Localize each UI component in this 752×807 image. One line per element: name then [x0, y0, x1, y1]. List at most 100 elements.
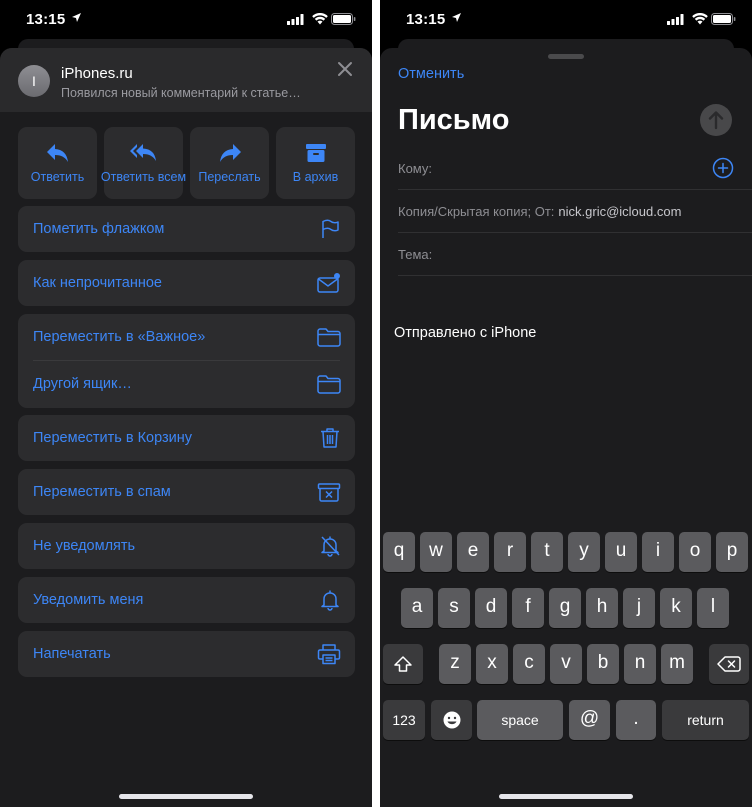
move-important-label: Переместить в «Важное» [33, 329, 206, 345]
other-mailbox-item[interactable]: Другой ящик… [18, 361, 355, 407]
key-o[interactable]: o [679, 532, 711, 572]
key-s[interactable]: s [438, 588, 470, 628]
key-f[interactable]: f [512, 588, 544, 628]
key-i[interactable]: i [642, 532, 674, 572]
menu-group-flag: Пометить флажком [18, 206, 355, 252]
return-key[interactable]: return [662, 700, 749, 740]
menu-group-spam: Переместить в спам [18, 469, 355, 515]
move-trash-label: Переместить в Корзину [33, 430, 193, 446]
key-m[interactable]: m [661, 644, 693, 684]
cancel-button[interactable]: Отменить [398, 66, 464, 82]
key-c[interactable]: c [513, 644, 545, 684]
to-field[interactable]: Кому: [398, 147, 752, 190]
menu-group-move: Переместить в «Важное» Другой ящик… [18, 314, 355, 408]
key-y[interactable]: y [568, 532, 600, 572]
print-label: Напечатать [33, 646, 111, 662]
menu-group-notify: Уведомить меня [18, 577, 355, 623]
cc-from-field[interactable]: Копия/Скрытая копия; От: nick.gric@icloud… [398, 190, 752, 233]
move-trash-item[interactable]: Переместить в Корзину [18, 415, 355, 461]
key-w[interactable]: w [420, 532, 452, 572]
sheet-grabber[interactable] [548, 54, 584, 59]
key-v[interactable]: v [550, 644, 582, 684]
status-bar: 13:15 [380, 0, 752, 40]
home-indicator[interactable] [119, 794, 253, 799]
space-key[interactable]: space [477, 700, 563, 740]
key-r[interactable]: r [494, 532, 526, 572]
key-d[interactable]: d [475, 588, 507, 628]
key-e[interactable]: e [457, 532, 489, 572]
reply-button[interactable]: Ответить [18, 127, 97, 199]
message-preview: Появился новый комментарий к статье… [61, 86, 301, 100]
key-g[interactable]: g [549, 588, 581, 628]
compose-screen: 13:15 Отменить Письмо Кому: Копия/Скрыта [380, 0, 752, 807]
key-x[interactable]: x [476, 644, 508, 684]
shift-key[interactable] [383, 644, 423, 684]
wifi-icon [312, 13, 328, 25]
key-h[interactable]: h [586, 588, 618, 628]
archive-button[interactable]: В архив [276, 127, 355, 199]
notify-item[interactable]: Уведомить меня [18, 577, 355, 623]
actions-sheet: I iPhones.ru Появился новый комментарий … [0, 48, 372, 807]
key-q[interactable]: q [383, 532, 415, 572]
home-indicator[interactable] [499, 794, 633, 799]
delete-key[interactable] [709, 644, 749, 684]
move-spam-item[interactable]: Переместить в спам [18, 469, 355, 515]
at-key[interactable]: @ [569, 700, 610, 740]
send-arrow-icon [708, 111, 724, 130]
message-header: I iPhones.ru Появился новый комментарий … [0, 48, 372, 112]
to-label: Кому: [398, 161, 432, 176]
message-actions-screen: 13:15 I iPhones.ru Появился новый коммен… [0, 0, 372, 807]
status-time: 13:15 [406, 11, 446, 28]
mute-label: Не уведомлять [33, 538, 136, 554]
move-important-item[interactable]: Переместить в «Важное» [18, 314, 355, 360]
emoji-key[interactable] [431, 700, 472, 740]
add-contact-icon[interactable] [712, 157, 734, 184]
location-arrow-icon [71, 12, 82, 23]
key-j[interactable]: j [623, 588, 655, 628]
cc-label: Копия/Скрытая копия; От: [398, 204, 555, 219]
status-time: 13:15 [26, 11, 66, 28]
reply-icon [46, 144, 68, 162]
other-mailbox-label: Другой ящик… [33, 376, 132, 392]
key-z[interactable]: z [439, 644, 471, 684]
key-a[interactable]: a [401, 588, 433, 628]
key-b[interactable]: b [587, 644, 619, 684]
flag-item[interactable]: Пометить флажком [18, 206, 355, 252]
folder-icon [317, 375, 341, 394]
forward-label: Переслать [198, 170, 261, 184]
print-item[interactable]: Напечатать [18, 631, 355, 677]
notify-label: Уведомить меня [33, 592, 144, 608]
status-bar: 13:15 [0, 0, 372, 40]
move-spam-label: Переместить в спам [33, 484, 171, 500]
reply-all-icon [129, 144, 156, 161]
key-l[interactable]: l [697, 588, 729, 628]
from-address: nick.gric@icloud.com [558, 204, 682, 219]
envelope-unread-icon [317, 273, 340, 293]
numbers-key[interactable]: 123 [383, 700, 425, 740]
key-p[interactable]: p [716, 532, 748, 572]
compose-title: Письмо [398, 104, 510, 136]
send-button[interactable] [700, 104, 732, 136]
reply-all-label: Ответить всем [100, 170, 187, 184]
close-icon[interactable] [336, 60, 354, 78]
bell-icon [321, 590, 339, 611]
signature-text[interactable]: Отправлено с iPhone [394, 325, 536, 341]
key-k[interactable]: k [660, 588, 692, 628]
quick-actions: Ответить Ответить всем Переслать В архив [18, 127, 355, 199]
key-u[interactable]: u [605, 532, 637, 572]
forward-button[interactable]: Переслать [190, 127, 269, 199]
subject-field[interactable]: Тема: [398, 233, 752, 276]
mute-item[interactable]: Не уведомлять [18, 523, 355, 569]
menu-group-trash: Переместить в Корзину [18, 415, 355, 461]
subject-label: Тема: [398, 247, 433, 262]
mark-unread-item[interactable]: Как непрочитанное [18, 260, 355, 306]
key-t[interactable]: t [531, 532, 563, 572]
folder-icon [317, 328, 341, 347]
dot-key[interactable]: . [616, 700, 656, 740]
cc-from-label: Копия/Скрытая копия; От: nick.gric@icloud… [398, 204, 681, 219]
delete-icon [717, 656, 741, 672]
reply-all-button[interactable]: Ответить всем [101, 127, 186, 199]
shift-icon [394, 656, 412, 672]
key-n[interactable]: n [624, 644, 656, 684]
bell-slash-icon [321, 536, 340, 557]
